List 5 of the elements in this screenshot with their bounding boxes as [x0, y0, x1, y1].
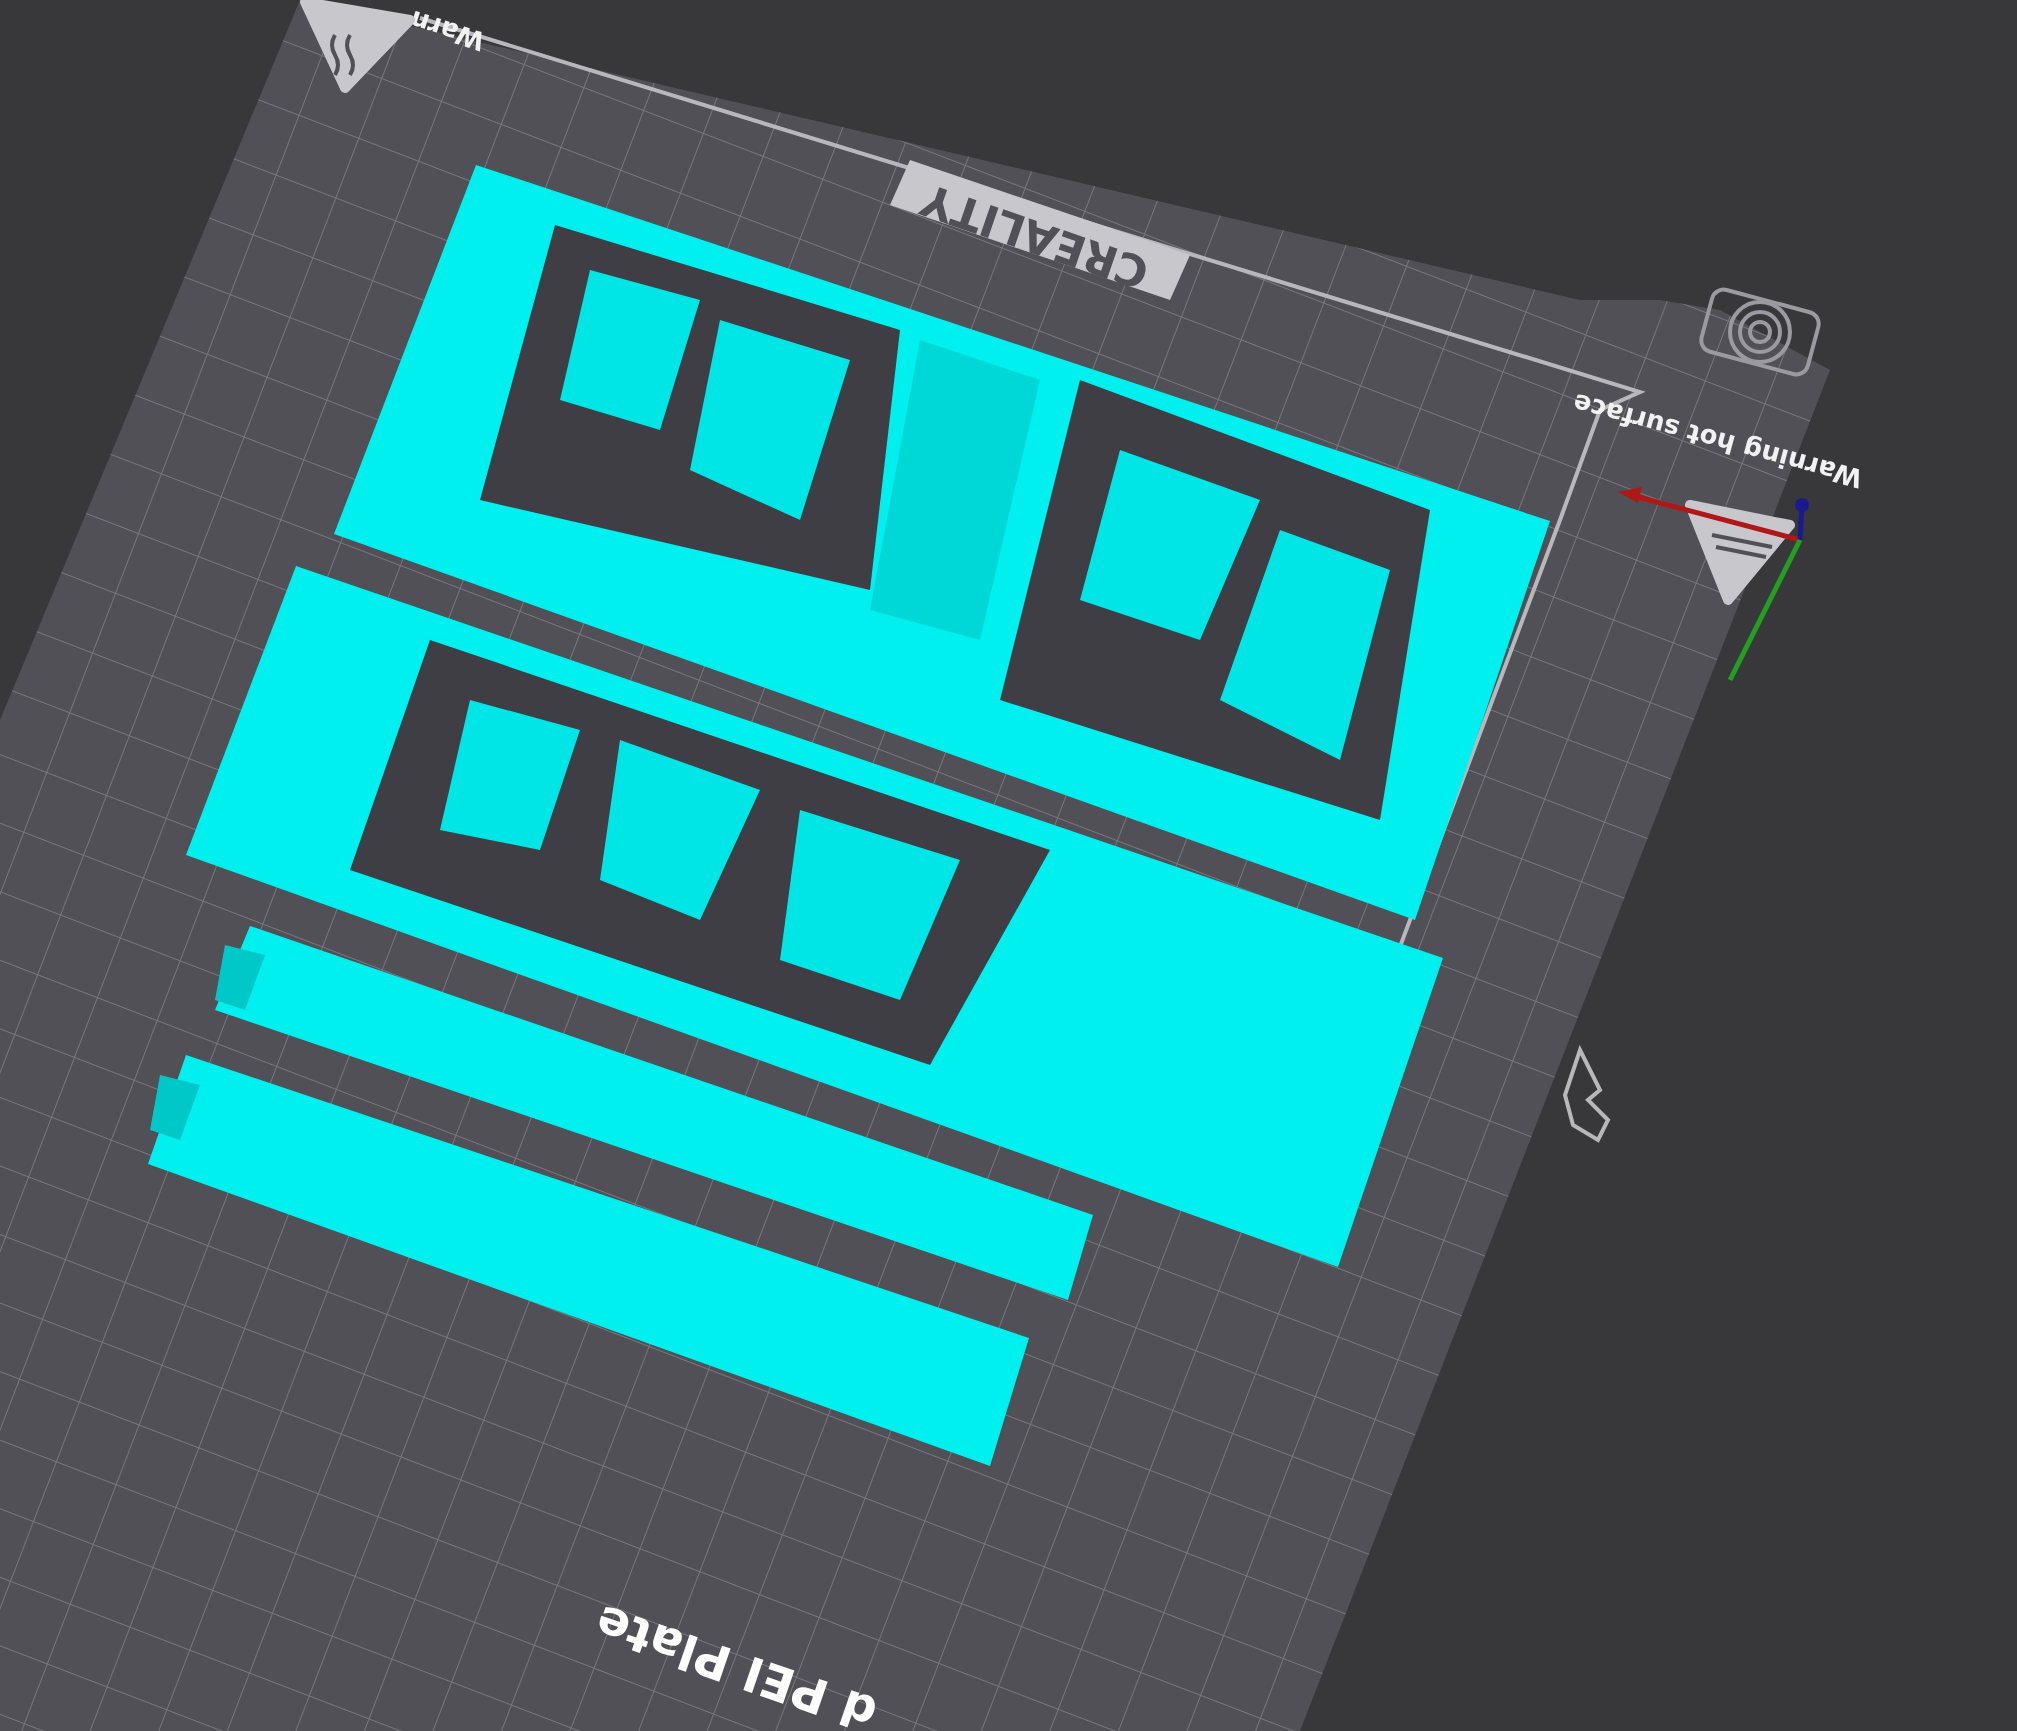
warning-label: Warn	[406, 4, 489, 57]
axis-gizmo-icon	[1618, 487, 1809, 682]
hot-surface-icon	[300, 0, 415, 93]
hot-surface-icon	[1685, 500, 1795, 605]
plate-name-label: d PEI Plate	[588, 1594, 884, 1731]
